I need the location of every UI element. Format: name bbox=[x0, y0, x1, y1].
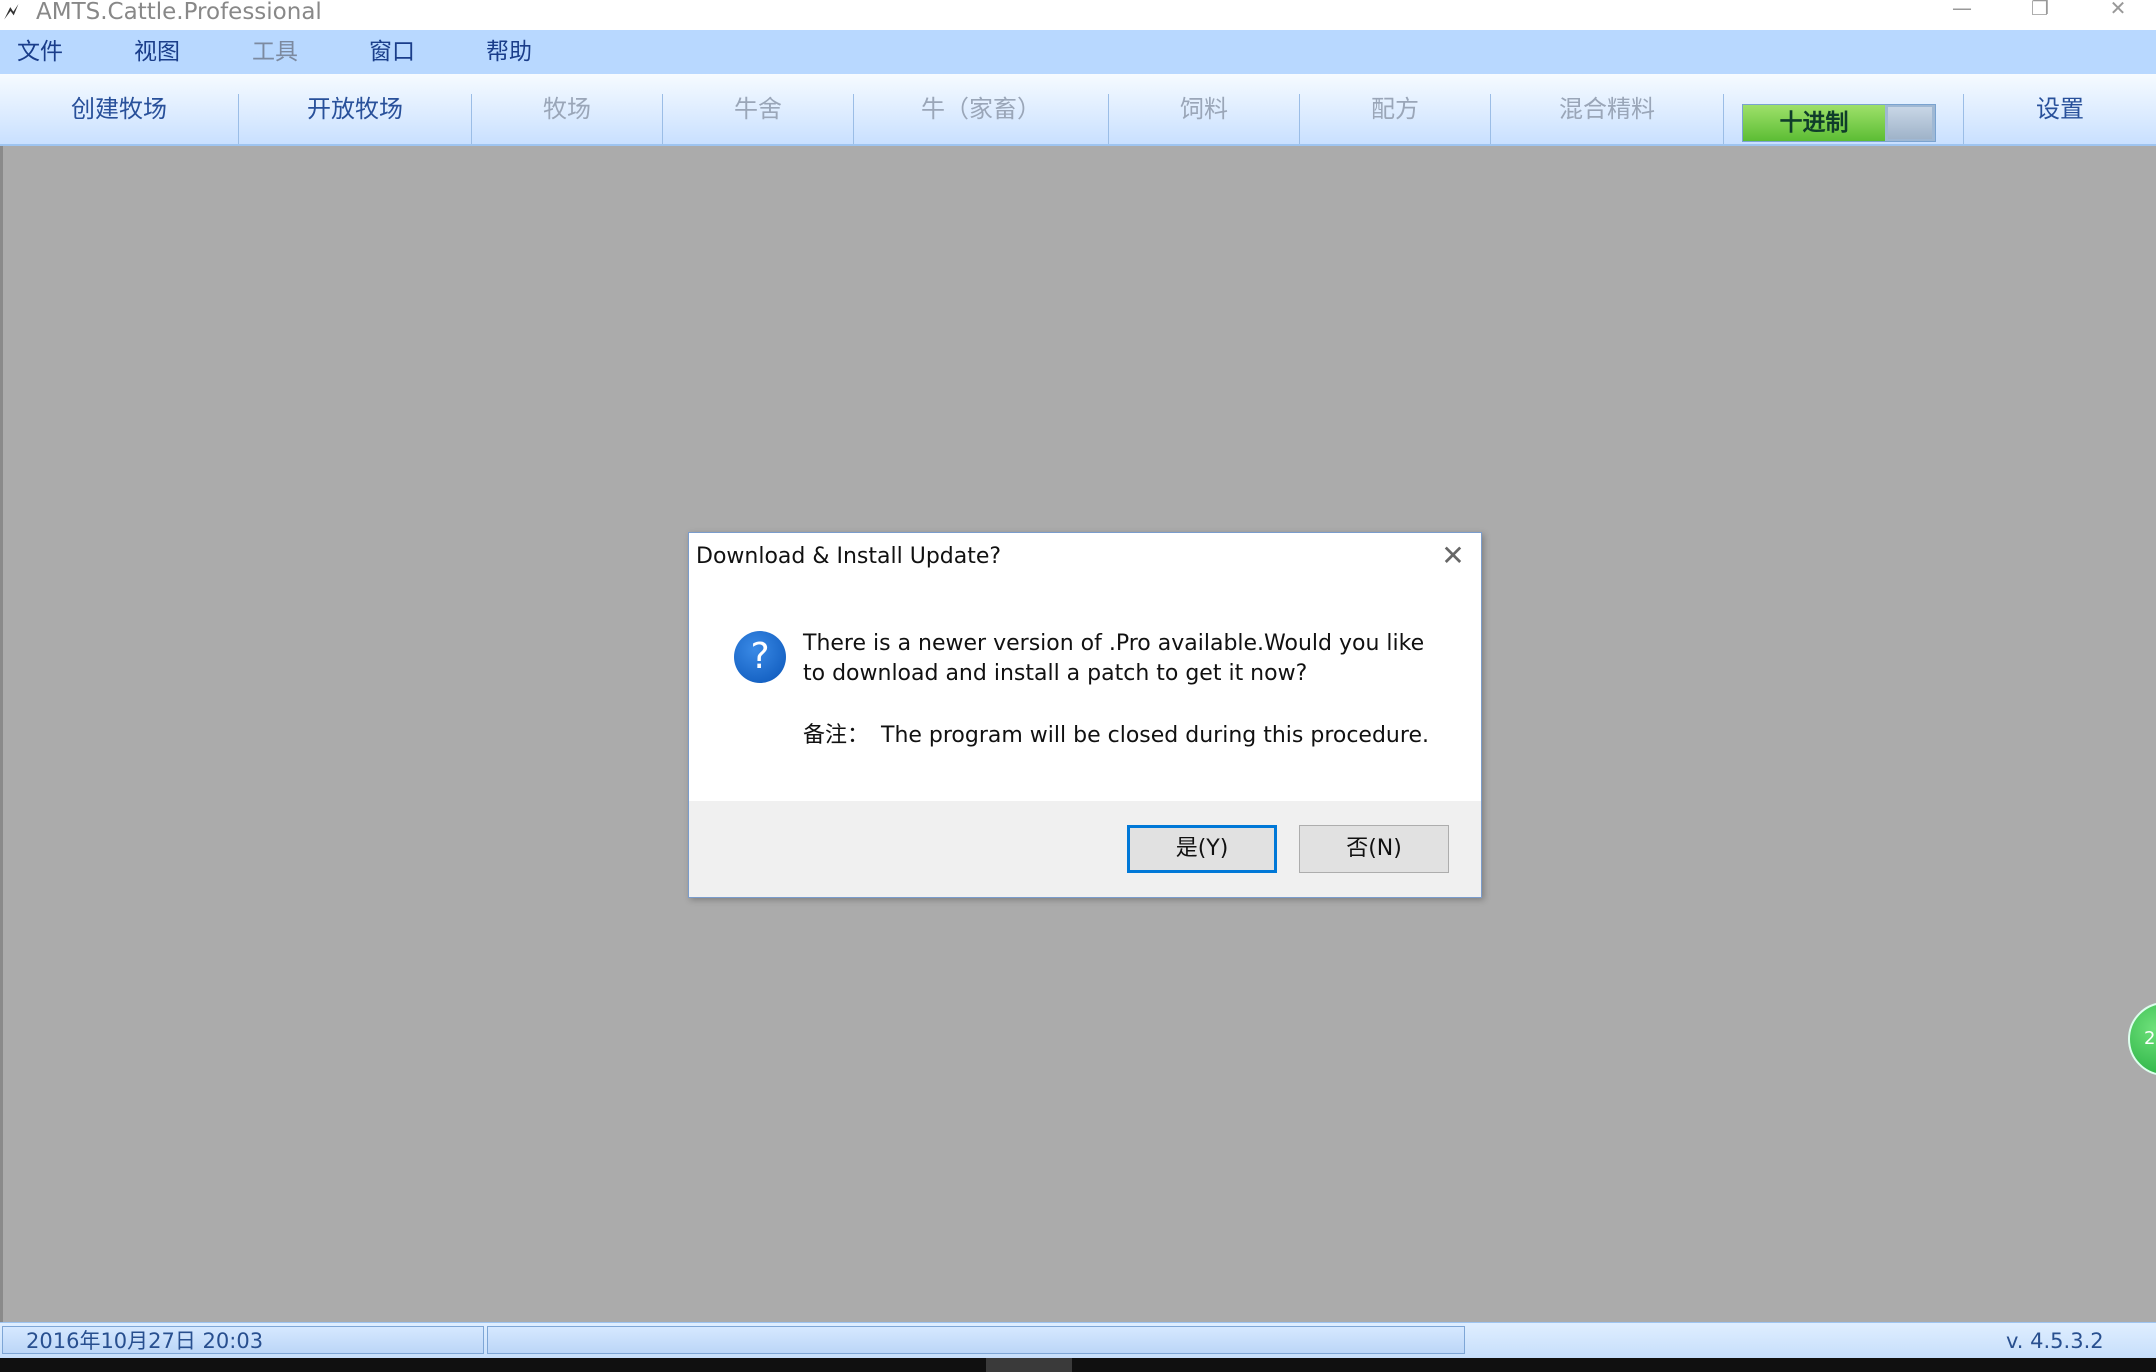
menu-file[interactable]: 文件 bbox=[17, 36, 63, 68]
toggle-knob bbox=[1888, 107, 1932, 139]
formula-button[interactable]: 配方 bbox=[1300, 74, 1490, 144]
settings-button[interactable]: 设置 bbox=[1964, 74, 2156, 144]
no-button[interactable]: 否(N) bbox=[1299, 825, 1449, 873]
app-logo-icon: 🗲 bbox=[4, 0, 19, 25]
status-panel-progress bbox=[487, 1326, 1465, 1354]
menu-window[interactable]: 窗口 bbox=[369, 36, 415, 68]
main-toolbar: 创建牧场 开放牧场 牧场 牛舍 牛（家畜） 饲料 配方 混合精料 十进制 设置 bbox=[0, 74, 2156, 146]
decimal-toggle-label: 十进制 bbox=[1743, 105, 1885, 141]
menu-help[interactable]: 帮助 bbox=[486, 36, 532, 68]
yes-button[interactable]: 是(Y) bbox=[1127, 825, 1277, 873]
window-title: AMTS.Cattle.Professional bbox=[36, 0, 322, 25]
dialog-message: There is a newer version of .Pro availab… bbox=[803, 631, 1425, 686]
toolbar-divider bbox=[1723, 94, 1724, 144]
menu-bar: 文件 视图 工具 窗口 帮助 bbox=[0, 30, 2156, 74]
taskbar-tab[interactable] bbox=[986, 1358, 1072, 1372]
create-ranch-button[interactable]: 创建牧场 bbox=[0, 74, 238, 144]
feed-button[interactable]: 饲料 bbox=[1109, 74, 1299, 144]
minimize-button[interactable]: — bbox=[1934, 0, 1990, 22]
menu-tools[interactable]: 工具 bbox=[252, 36, 298, 68]
title-bar: 🗲 AMTS.Cattle.Professional — ❐ ✕ bbox=[0, 0, 2156, 30]
close-window-button[interactable]: ✕ bbox=[2090, 0, 2146, 22]
dialog-title: Download & Install Update? bbox=[696, 544, 1002, 569]
barn-button[interactable]: 牛舍 bbox=[663, 74, 853, 144]
dialog-note: The program will be closed during this p… bbox=[881, 723, 1429, 748]
taskbar-strip bbox=[0, 1358, 2156, 1372]
status-bar: 2016年10月27日 20:03 v. 4.5.3.2 bbox=[0, 1322, 2156, 1359]
decimal-toggle[interactable]: 十进制 bbox=[1742, 104, 1936, 142]
dialog-close-icon[interactable]: ✕ bbox=[1437, 541, 1469, 573]
cattle-button[interactable]: 牛（家畜） bbox=[854, 74, 1108, 144]
open-ranch-button[interactable]: 开放牧场 bbox=[239, 74, 471, 144]
update-dialog: Download & Install Update? ✕ ? There is … bbox=[688, 532, 1482, 898]
question-icon: ? bbox=[734, 631, 786, 683]
restore-button[interactable]: ❐ bbox=[2012, 0, 2068, 22]
status-version: v. 4.5.3.2 bbox=[2006, 1329, 2104, 1353]
mixed-concentrate-button[interactable]: 混合精料 bbox=[1491, 74, 1723, 144]
menu-view[interactable]: 视图 bbox=[134, 36, 180, 68]
status-date-time: 2016年10月27日 20:03 bbox=[26, 1329, 264, 1353]
dialog-note-label: 备注： bbox=[803, 723, 870, 748]
ranch-button[interactable]: 牧场 bbox=[472, 74, 662, 144]
